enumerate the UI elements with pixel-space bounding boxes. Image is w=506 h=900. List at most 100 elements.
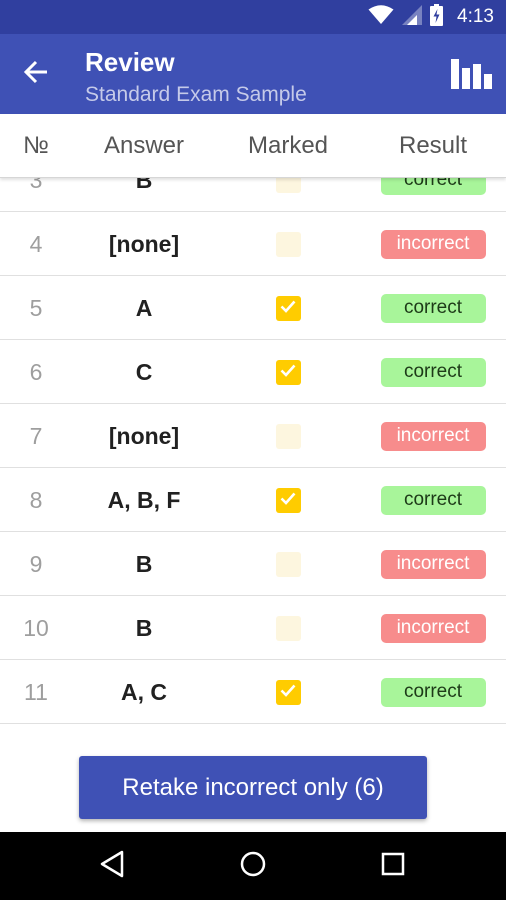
checkmark-icon [279, 361, 297, 384]
marked-cell [216, 178, 360, 212]
app-bar: Review Standard Exam Sample [0, 34, 506, 114]
answer-text: [none] [108, 422, 180, 449]
result-cell: correct [360, 340, 506, 404]
question-number: 6 [29, 358, 43, 385]
nav-back-button[interactable] [92, 846, 132, 886]
marked-cell [216, 212, 360, 276]
page-subtitle: Standard Exam Sample [85, 83, 307, 106]
answer-text: A, B, F [107, 486, 181, 513]
result-badge: correct [380, 677, 486, 707]
clock: 4:13 [457, 6, 494, 27]
status-icons: 4:13 [368, 3, 494, 31]
answer-text: B [135, 550, 153, 577]
result-badge: correct [380, 485, 486, 515]
answer-text: [none] [108, 230, 180, 257]
result-cell: incorrect [360, 212, 506, 276]
result-badge: correct [380, 178, 486, 195]
result-cell: correct [360, 468, 506, 532]
marked-checkbox-unchecked[interactable] [275, 551, 301, 577]
checkmark-icon [279, 489, 297, 512]
review-rows: 3 Bcorrect 4 [none] incorrect 5 Acorrect 6 Ccorr… [0, 178, 506, 742]
table-header: № Answer Marked Result [0, 114, 506, 178]
statistics-button[interactable] [450, 54, 494, 94]
cell-signal-icon [402, 4, 423, 30]
retake-incorrect-button[interactable]: Retake incorrect only (6) [79, 756, 427, 819]
marked-checkbox-checked[interactable] [275, 487, 301, 513]
table-row[interactable]: correct [0, 724, 506, 742]
table-row[interactable]: 11 A, C correct [0, 660, 506, 724]
marked-cell [216, 660, 360, 724]
question-number: 9 [29, 550, 43, 577]
checkmark-icon [279, 681, 297, 704]
result-badge: correct [380, 293, 486, 323]
question-number: 7 [29, 422, 43, 449]
table-row[interactable]: 3 Bcorrect [0, 178, 506, 212]
marked-cell [216, 404, 360, 468]
marked-checkbox-unchecked[interactable] [275, 615, 301, 641]
marked-cell [216, 724, 360, 742]
back-button[interactable] [18, 56, 54, 92]
marked-cell [216, 276, 360, 340]
header-marked: Marked [247, 132, 329, 159]
question-number: 8 [29, 486, 43, 513]
question-number: 3 [29, 178, 43, 193]
result-cell: incorrect [360, 404, 506, 468]
answer-text: C [135, 358, 153, 385]
result-badge: incorrect [380, 229, 486, 259]
triangle-back-icon [99, 850, 125, 883]
marked-cell [216, 532, 360, 596]
result-badge: incorrect [380, 613, 486, 643]
table-row[interactable]: 9 Bincorrect [0, 532, 506, 596]
header-number: № [23, 132, 49, 159]
marked-checkbox-unchecked[interactable] [275, 231, 301, 257]
result-cell: correct [360, 724, 506, 742]
question-number: 4 [29, 230, 43, 257]
header-answer: Answer [103, 132, 185, 159]
result-cell: correct [360, 660, 506, 724]
result-cell: correct [360, 276, 506, 340]
wifi-icon [368, 4, 394, 30]
header-result: Result [398, 132, 468, 159]
result-cell: incorrect [360, 596, 506, 660]
question-number: 5 [29, 294, 43, 321]
marked-checkbox-checked[interactable] [275, 295, 301, 321]
result-cell: correct [360, 178, 506, 212]
table-row[interactable]: 8 A, B, F correct [0, 468, 506, 532]
marked-cell [216, 340, 360, 404]
result-badge: incorrect [380, 421, 486, 451]
table-row[interactable]: 7 [none] incorrect [0, 404, 506, 468]
status-bar: 4:13 [0, 0, 506, 34]
marked-cell [216, 468, 360, 532]
navigation-bar [0, 832, 506, 900]
marked-checkbox-unchecked[interactable] [275, 178, 301, 193]
answer-text: B [135, 614, 153, 641]
table-row[interactable]: 6 Ccorrect [0, 340, 506, 404]
table-row[interactable]: 5 Acorrect [0, 276, 506, 340]
result-cell: incorrect [360, 532, 506, 596]
battery-charging-icon [430, 3, 444, 31]
square-recents-icon [381, 852, 405, 881]
table-row[interactable]: 4 [none] incorrect [0, 212, 506, 276]
nav-recents-button[interactable] [373, 846, 413, 886]
answer-text [72, 724, 216, 742]
marked-checkbox-unchecked[interactable] [275, 423, 301, 449]
answer-text: A, C [121, 678, 167, 705]
circle-home-icon [239, 850, 267, 883]
nav-home-button[interactable] [233, 846, 273, 886]
bar-chart-icon [451, 59, 493, 94]
arrow-back-icon [23, 59, 49, 90]
page-title: Review [85, 47, 175, 77]
marked-checkbox-checked[interactable] [275, 359, 301, 385]
answer-text: A [135, 294, 153, 321]
question-number [0, 724, 72, 742]
table-row[interactable]: 10 Bincorrect [0, 596, 506, 660]
result-badge: incorrect [380, 549, 486, 579]
marked-cell [216, 596, 360, 660]
bottom-action-area: Retake incorrect only (6) [0, 742, 506, 832]
review-list[interactable]: 3 Bcorrect 4 [none] incorrect 5 Acorrect 6 Ccorr… [0, 178, 506, 742]
question-number: 11 [24, 678, 48, 705]
question-number: 10 [23, 614, 49, 641]
result-badge: correct [380, 357, 486, 387]
marked-checkbox-checked[interactable] [275, 679, 301, 705]
checkmark-icon [279, 297, 297, 320]
